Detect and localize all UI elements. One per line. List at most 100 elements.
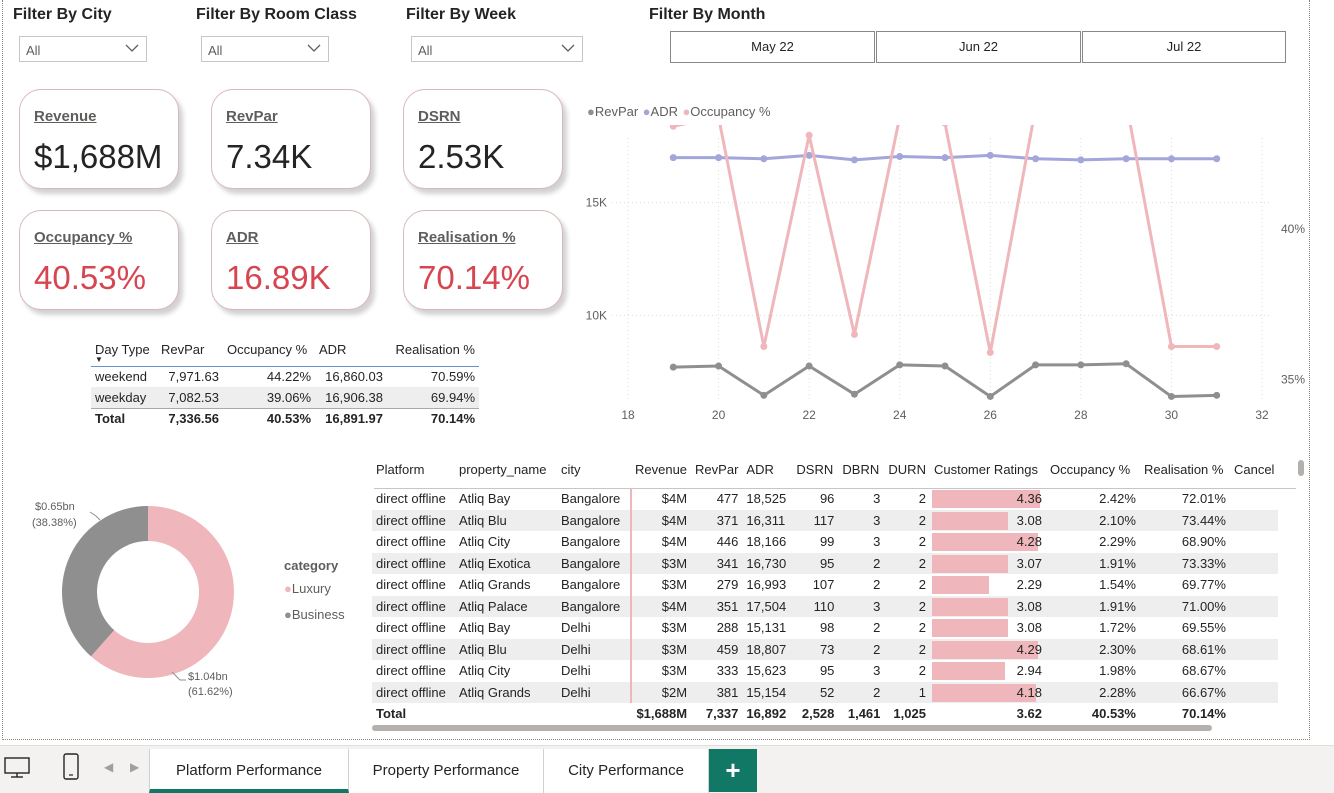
legend-item-occupancy[interactable]: ●Occupancy % — [682, 104, 770, 119]
data-point — [1077, 156, 1085, 164]
data-point — [941, 154, 949, 162]
month-button-jun[interactable]: Jun 22 — [876, 31, 1081, 63]
prev-page-icon[interactable]: ◀ — [104, 760, 113, 774]
column-header[interactable]: DSRN — [792, 458, 838, 488]
legend-item-adr[interactable]: ●ADR — [643, 104, 678, 119]
filter-city-dropdown[interactable]: All — [19, 36, 147, 62]
tab-city-performance[interactable]: City Performance — [544, 749, 709, 793]
table-vertical-scrollbar[interactable] — [1298, 460, 1304, 476]
cell: 2 — [884, 595, 930, 617]
cell: $3M — [629, 638, 692, 660]
cell: 73.44% — [1139, 509, 1230, 531]
kpi-card-revpar[interactable]: RevPar 7.34K — [211, 89, 371, 189]
column-header[interactable]: Realisation % — [1140, 458, 1230, 488]
data-point — [896, 361, 904, 369]
kpi-label: RevPar — [226, 108, 278, 125]
cell: 70.14% — [387, 407, 479, 429]
header-adr[interactable]: ADR — [315, 340, 387, 366]
tab-platform-performance[interactable]: Platform Performance — [149, 749, 349, 793]
table-row[interactable]: direct offline Atliq Blu Delhi $3M 459 18,807… — [372, 638, 1279, 660]
cell: 69.77% — [1181, 577, 1226, 593]
kpi-card-adr[interactable]: ADR 16.89K — [211, 210, 371, 310]
kpi-card-revenue[interactable]: Revenue $1,688M — [19, 89, 179, 189]
table-row[interactable]: direct offline Atliq Grands Delhi $2M 381 15,… — [372, 681, 1279, 703]
cell: 2 — [918, 663, 926, 679]
line-chart[interactable]: 18 20 22 24 26 28 30 32 15K 10K 40% 35% — [580, 125, 1310, 430]
table-row[interactable]: direct offline Atliq City Bangalore $4M 446 1… — [372, 531, 1278, 553]
column-header[interactable]: RevPar — [691, 458, 742, 488]
add-page-button[interactable]: + — [709, 749, 757, 792]
column-header[interactable]: Occupancy % — [1046, 458, 1140, 488]
mobile-view-icon[interactable] — [62, 753, 80, 781]
cell: Atliq City — [459, 663, 511, 679]
cell: $4M — [629, 488, 692, 510]
kpi-card-dsrn[interactable]: DSRN 2.53K — [403, 89, 563, 189]
column-header[interactable]: DBRN — [838, 458, 884, 488]
header-occupancy[interactable]: Occupancy % — [223, 340, 315, 366]
month-button-may[interactable]: May 22 — [670, 31, 875, 63]
table-row[interactable]: direct offline Atliq Exotica Bangalore $3M 3… — [372, 552, 1279, 574]
table-horizontal-scrollbar[interactable] — [372, 725, 1212, 731]
rating-value: 4.18 — [1016, 684, 1042, 700]
kpi-card-occupancy[interactable]: Occupancy % 40.53% — [19, 210, 179, 310]
next-page-icon[interactable]: ▶ — [130, 760, 139, 774]
column-header[interactable]: city — [557, 458, 631, 488]
column-header[interactable]: property_name — [455, 458, 557, 488]
donut-legend-luxury[interactable]: ●Luxury — [284, 581, 331, 596]
kpi-label: DSRN — [418, 108, 461, 125]
rating-value: 3.08 — [1016, 512, 1042, 528]
filter-room-class-title: Filter By Room Class — [196, 6, 357, 23]
cell: 2.29 — [930, 574, 1046, 596]
table-total-row: Total $1,688M 7,337 16,892 2,528 1,461 1,025 3.… — [372, 703, 1278, 725]
column-header[interactable]: ADR — [742, 458, 792, 488]
data-point — [715, 154, 723, 162]
cell — [1229, 552, 1279, 574]
donut-legend-business[interactable]: ●Business — [284, 607, 345, 622]
table-row[interactable]: direct offline Atliq Bay Delhi $3M 288 15,131… — [372, 617, 1278, 639]
cell: 15,131 — [746, 620, 787, 636]
table-row[interactable]: weekend 7,971.63 44.22% 16,860.03 70.59% — [91, 365, 479, 387]
table-row[interactable]: weekday 7,082.53 39.06% 16,906.38 69.94% — [91, 387, 479, 408]
filter-week-dropdown[interactable]: All — [411, 36, 583, 62]
column-header[interactable]: Customer Ratings — [930, 458, 1046, 488]
y-left-tick-label: 15K — [586, 196, 607, 210]
kpi-value: 70.14% — [418, 259, 530, 296]
table-row[interactable]: direct offline Atliq City Delhi $3M 333 15,62… — [372, 660, 1278, 682]
cell: 351 — [691, 595, 743, 617]
header-revpar[interactable]: RevPar — [157, 340, 223, 366]
cell: 2 — [884, 638, 930, 660]
header-realisation[interactable]: Realisation % — [387, 340, 479, 366]
kpi-label: Occupancy % — [34, 229, 133, 246]
kpi-card-realisation[interactable]: Realisation % 70.14% — [403, 210, 563, 310]
cell: 3 — [838, 509, 885, 531]
cell: 1.54% — [1099, 577, 1136, 593]
tab-property-performance[interactable]: Property Performance — [349, 749, 544, 793]
cell: 18,807 — [742, 638, 793, 660]
table-row[interactable]: direct offline Atliq Grands Bangalore $3M 27… — [372, 574, 1278, 596]
cell — [557, 703, 631, 725]
cell: 72.01% — [1181, 491, 1226, 507]
kpi-value: 40.53% — [34, 259, 146, 296]
cell: 1.98% — [1099, 663, 1136, 679]
column-header[interactable]: Cancel — [1230, 458, 1278, 488]
legend-item-revpar[interactable]: ●RevPar — [587, 104, 638, 119]
filter-room-class-dropdown[interactable]: All — [201, 36, 329, 62]
donut-chart[interactable]: $1.04bn (61.62%) $0.65bn (38.38%) — [20, 490, 280, 710]
column-header[interactable]: Revenue — [631, 458, 691, 488]
desktop-view-icon[interactable] — [4, 756, 30, 780]
cell: 3.07 — [929, 552, 1046, 574]
month-button-jul[interactable]: Jul 22 — [1082, 31, 1286, 63]
column-header[interactable]: DURN — [884, 458, 930, 488]
table-row[interactable]: direct offline Atliq Palace Bangalore $4M 35… — [372, 595, 1279, 617]
column-header[interactable]: Platform — [372, 458, 455, 488]
donut-label-value: $1.04bn — [188, 671, 228, 683]
cell: 2 — [838, 638, 885, 660]
cell: 4.36 — [930, 488, 1046, 510]
header-day-type[interactable]: Day Type ▼ — [91, 340, 157, 366]
cell: 2 — [884, 509, 930, 531]
table-row[interactable]: direct offline Atliq Bay Bangalore $4M 477 18… — [372, 488, 1278, 510]
cell: Bangalore — [561, 534, 621, 550]
cell: 2 — [918, 620, 926, 636]
table-row[interactable]: direct offline Atliq Blu Bangalore $4M 371 16… — [372, 509, 1279, 531]
page-tabs-bar: ◀ ▶ Platform Performance Property Perfor… — [0, 745, 1334, 793]
